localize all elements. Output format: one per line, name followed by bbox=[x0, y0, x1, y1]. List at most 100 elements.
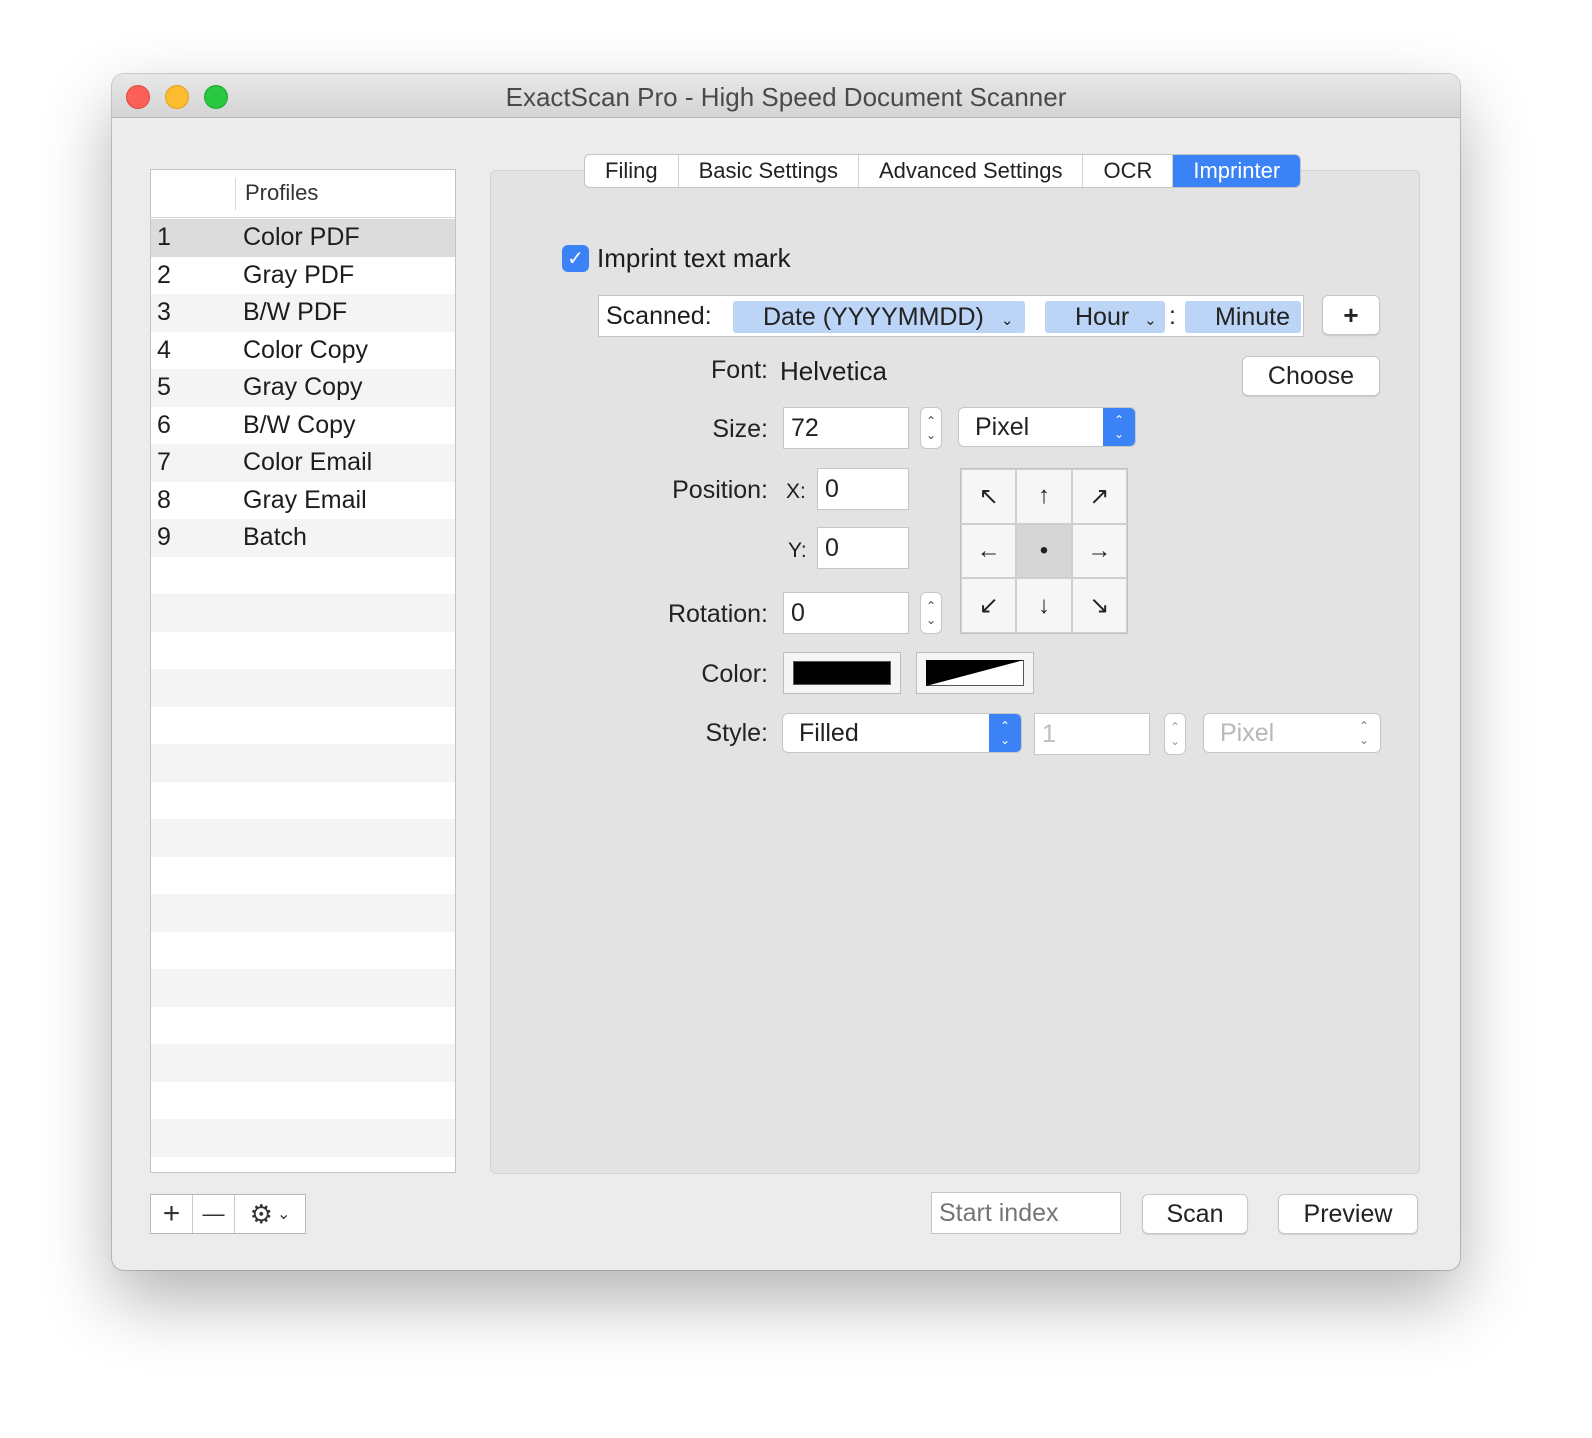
empty-row bbox=[151, 1044, 455, 1082]
size-field[interactable]: 72 bbox=[783, 407, 909, 449]
rotation-stepper[interactable]: ⌃ ⌄ bbox=[920, 592, 942, 634]
profiles-list[interactable]: Profiles 1 Color PDF 2 Gray PDF 3 B/W PDF 4 Col… bbox=[150, 169, 456, 1173]
start-index-input[interactable] bbox=[931, 1192, 1121, 1234]
empty-row bbox=[151, 894, 455, 932]
background-color-well[interactable] bbox=[916, 652, 1034, 694]
fill-color-swatch bbox=[793, 661, 891, 685]
imprint-token-field[interactable]: Scanned: Date (YYYYMMDD) ⌄ Hour ⌄ : Minu… bbox=[598, 295, 1304, 337]
profile-name: B/W Copy bbox=[243, 410, 356, 439]
imprint-text-mark-label: Imprint text mark bbox=[597, 243, 791, 273]
profile-row[interactable]: 8 Gray Email bbox=[151, 481, 455, 519]
profile-number: 2 bbox=[157, 260, 171, 289]
stroke-width-stepper: ⌃ ⌄ bbox=[1164, 713, 1186, 755]
position-anchor-grid: ↖ ↑ ↗ ← • → ↙ ↓ ↘ bbox=[960, 468, 1128, 634]
profile-row[interactable]: 6 B/W Copy bbox=[151, 406, 455, 444]
profile-row[interactable]: 5 Gray Copy bbox=[151, 369, 455, 407]
position-x-field[interactable]: 0 bbox=[817, 468, 909, 510]
stepper-down-icon: ⌄ bbox=[925, 613, 937, 627]
profile-name: Batch bbox=[243, 523, 307, 551]
anchor-top-left-button[interactable]: ↖ bbox=[961, 469, 1017, 524]
tab-basic-settings[interactable]: Basic Settings bbox=[679, 155, 859, 187]
empty-row bbox=[151, 669, 455, 707]
hour-token[interactable]: Hour ⌄ bbox=[1045, 301, 1165, 333]
tab-filing[interactable]: Filing bbox=[585, 155, 679, 187]
choose-font-button[interactable]: Choose bbox=[1242, 356, 1380, 396]
empty-row bbox=[151, 556, 455, 594]
anchor-top-button[interactable]: ↑ bbox=[1016, 469, 1072, 524]
title-bar: ExactScan Pro - High Speed Document Scan… bbox=[112, 74, 1460, 118]
rotation-field[interactable]: 0 bbox=[783, 592, 909, 634]
anchor-center-button[interactable]: • bbox=[1016, 523, 1072, 579]
updown-arrows-icon: ⌃ ⌄ bbox=[1103, 408, 1135, 446]
anchor-bottom-right-button[interactable]: ↘ bbox=[1071, 578, 1127, 633]
empty-row bbox=[151, 1006, 455, 1044]
tab-imprinter[interactable]: Imprinter bbox=[1173, 155, 1301, 187]
style-popup[interactable]: Filled ⌃ ⌄ bbox=[782, 713, 1022, 753]
size-unit-popup[interactable]: Pixel ⌃ ⌄ bbox=[958, 407, 1136, 447]
profile-number: 7 bbox=[157, 448, 171, 476]
position-label: Position: bbox=[672, 476, 768, 504]
preview-button[interactable]: Preview bbox=[1278, 1194, 1418, 1234]
profile-name: Gray PDF bbox=[243, 260, 355, 289]
stepper-up-icon: ⌃ bbox=[1169, 720, 1181, 734]
checkmark-icon: ✓ bbox=[567, 248, 584, 270]
stepper-down-icon: ⌄ bbox=[1169, 734, 1181, 748]
stroke-width-field: 1 bbox=[1034, 713, 1150, 755]
profiles-column-header[interactable]: Profiles bbox=[245, 180, 318, 206]
profile-name: Color Copy bbox=[243, 335, 369, 364]
profile-row[interactable]: 7 Color Email bbox=[151, 444, 455, 482]
position-y-field[interactable]: 0 bbox=[817, 527, 909, 569]
date-token[interactable]: Date (YYYYMMDD) ⌄ bbox=[733, 301, 1025, 333]
profile-number: 6 bbox=[157, 410, 171, 439]
hour-token-label: Hour bbox=[1075, 303, 1130, 331]
token-prefix: Scanned: bbox=[606, 302, 712, 330]
empty-row bbox=[151, 856, 455, 894]
anchor-right-button[interactable]: → bbox=[1071, 523, 1127, 579]
anchor-bottom-button[interactable]: ↓ bbox=[1016, 578, 1072, 633]
add-profile-button[interactable]: + bbox=[151, 1195, 193, 1233]
anchor-left-button[interactable]: ← bbox=[961, 523, 1017, 579]
column-separator bbox=[235, 178, 236, 210]
profile-row[interactable]: 9 Batch bbox=[151, 519, 455, 557]
profile-row[interactable]: 3 B/W PDF bbox=[151, 294, 455, 332]
updown-arrows-icon: ⌃ ⌄ bbox=[989, 714, 1021, 752]
token-separator: : bbox=[1169, 302, 1176, 330]
app-window: ExactScan Pro - High Speed Document Scan… bbox=[112, 74, 1460, 1270]
font-label: Font: bbox=[711, 356, 768, 384]
empty-row bbox=[151, 631, 455, 669]
profiles-header: Profiles bbox=[151, 170, 455, 218]
empty-row bbox=[151, 969, 455, 1007]
empty-row bbox=[151, 1119, 455, 1157]
profile-row[interactable]: 1 Color PDF bbox=[151, 219, 455, 257]
size-unit-value: Pixel bbox=[975, 412, 1030, 441]
add-token-button[interactable]: + bbox=[1322, 295, 1380, 335]
minute-token[interactable]: Minute bbox=[1185, 301, 1301, 333]
stepper-up-icon: ⌃ bbox=[925, 599, 937, 613]
profile-name: B/W PDF bbox=[243, 298, 348, 326]
empty-row bbox=[151, 594, 455, 632]
profile-number: 4 bbox=[157, 335, 171, 364]
size-stepper[interactable]: ⌃ ⌄ bbox=[920, 407, 942, 449]
updown-arrows-icon: ⌃ ⌄ bbox=[1358, 719, 1370, 747]
remove-profile-button[interactable]: — bbox=[193, 1195, 235, 1233]
stepper-down-icon: ⌄ bbox=[925, 428, 937, 442]
anchor-bottom-left-button[interactable]: ↙ bbox=[961, 578, 1017, 633]
chevron-down-icon: ⌄ bbox=[276, 1206, 291, 1223]
profile-row[interactable]: 4 Color Copy bbox=[151, 331, 455, 369]
rotation-label: Rotation: bbox=[667, 600, 768, 628]
imprint-text-mark-checkbox[interactable]: ✓ bbox=[562, 245, 589, 272]
x-label: X: bbox=[786, 480, 806, 503]
fill-color-well[interactable] bbox=[783, 652, 901, 694]
profile-name: Color Email bbox=[243, 448, 373, 476]
profile-row[interactable]: 2 Gray PDF bbox=[151, 256, 455, 294]
empty-row bbox=[151, 931, 455, 969]
tab-advanced-settings[interactable]: Advanced Settings bbox=[859, 155, 1084, 187]
profile-number: 9 bbox=[157, 523, 171, 551]
color-label: Color: bbox=[701, 660, 768, 688]
anchor-top-right-button[interactable]: ↗ bbox=[1071, 469, 1127, 524]
scan-button[interactable]: Scan bbox=[1142, 1194, 1248, 1234]
profile-options-button[interactable]: ⚙ ⌄ bbox=[235, 1195, 305, 1233]
style-value: Filled bbox=[799, 718, 859, 747]
size-label: Size: bbox=[712, 415, 768, 443]
tab-ocr[interactable]: OCR bbox=[1083, 155, 1174, 187]
